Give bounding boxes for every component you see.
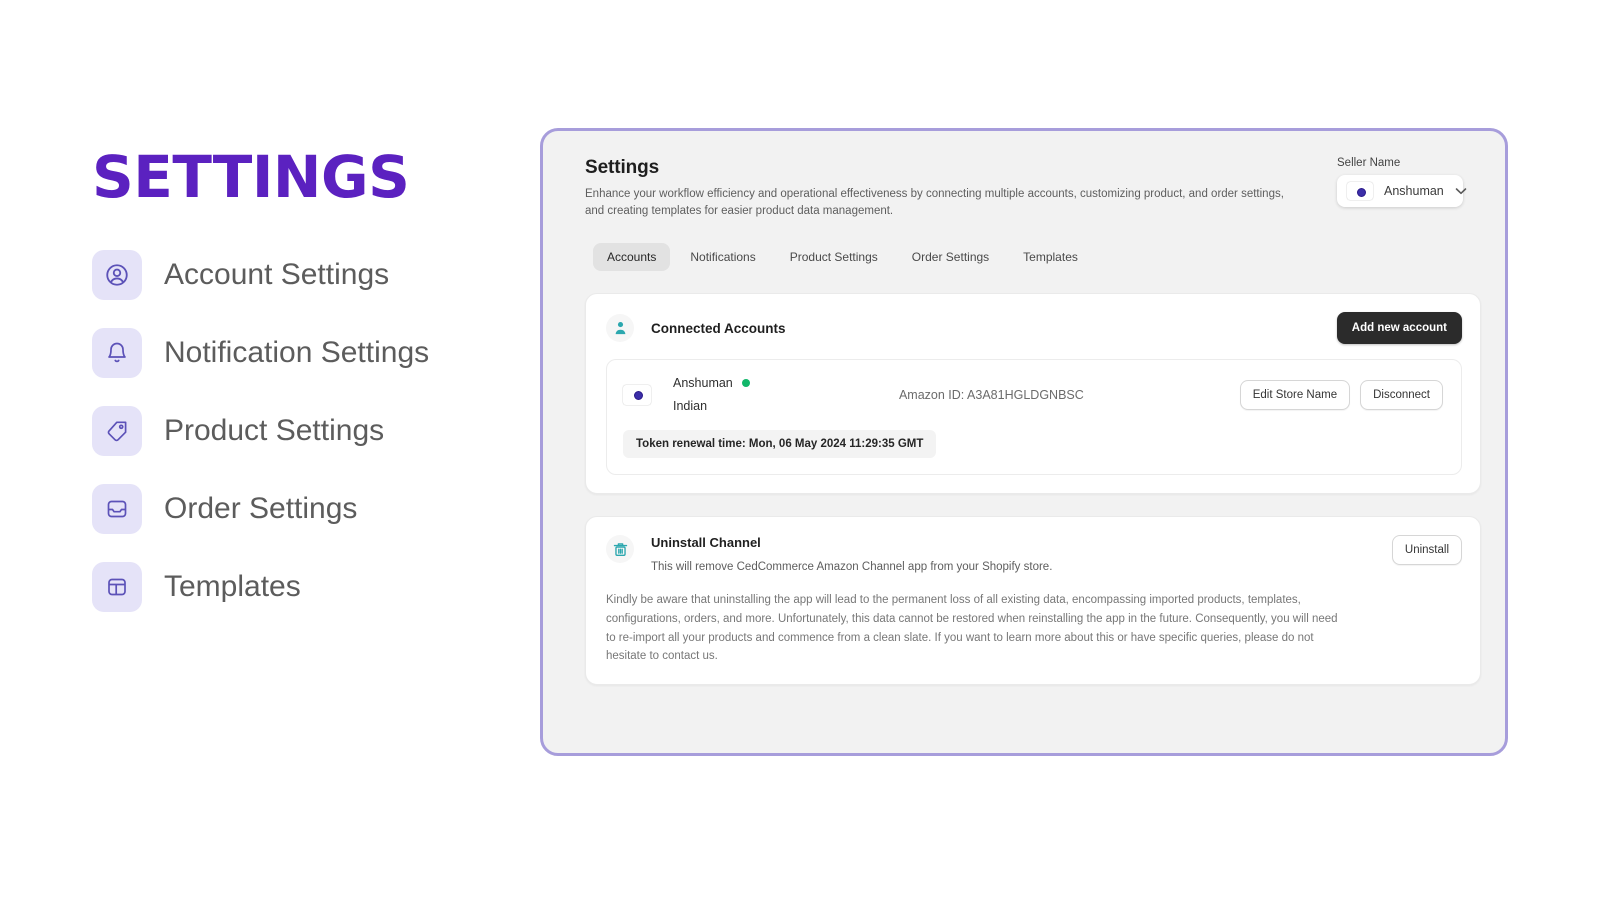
sidebar-item-templates[interactable]: Templates	[92, 562, 512, 612]
connected-accounts-title: Connected Accounts	[651, 320, 786, 336]
sidebar-item-label: Account Settings	[164, 258, 390, 291]
panel-title: Settings	[585, 157, 660, 178]
tab-product-settings[interactable]: Product Settings	[776, 243, 892, 271]
panel-header-text: Settings Enhance your workflow efficienc…	[585, 157, 1295, 219]
add-new-account-button[interactable]: Add new account	[1336, 312, 1462, 345]
account-name: Anshuman	[673, 376, 733, 391]
amazon-id: Amazon ID: A3A81HGLDGNBSC	[898, 387, 1084, 402]
edit-store-name-button[interactable]: Edit Store Name	[1239, 379, 1351, 410]
settings-tabs: Accounts Notifications Product Settings …	[593, 243, 1481, 272]
india-flag-icon	[623, 385, 651, 405]
token-renewal-time: Token renewal time: Mon, 06 May 2024 11:…	[623, 430, 937, 459]
account-country: Indian	[673, 399, 708, 414]
template-icon	[92, 562, 142, 612]
sidebar-item-label: Notification Settings	[164, 336, 430, 369]
tag-icon	[92, 406, 142, 456]
chevron-down-icon	[1455, 185, 1467, 197]
seller-name-label: Seller Name	[1337, 157, 1401, 169]
connected-accounts-header: Connected Accounts Add new account	[606, 312, 1462, 345]
sidebar-item-notification-settings[interactable]: Notification Settings	[92, 328, 512, 378]
person-icon	[606, 314, 634, 343]
settings-app-panel: Settings Enhance your workflow efficienc…	[540, 128, 1508, 756]
trash-icon	[606, 535, 634, 564]
page-title: SETTINGS	[92, 143, 410, 211]
user-circle-icon	[92, 250, 142, 300]
uninstall-channel-card: Uninstall Channel This will remove CedCo…	[585, 516, 1481, 685]
sidebar-item-label: Templates	[164, 570, 301, 603]
uninstall-description: This will remove CedCommerce Amazon Chan…	[651, 561, 1053, 574]
sidebar-item-account-settings[interactable]: Account Settings	[92, 250, 512, 300]
account-entry: Anshuman Indian Amazon ID: A3A81HGLDGNBS…	[606, 359, 1462, 476]
india-flag-icon	[1347, 182, 1373, 200]
uninstall-title: Uninstall Channel	[651, 535, 761, 551]
bell-icon	[92, 328, 142, 378]
panel-header: Settings Enhance your workflow efficienc…	[585, 157, 1481, 219]
sidebar-item-label: Product Settings	[164, 414, 385, 447]
seller-name-dropdown[interactable]: Anshuman	[1337, 175, 1467, 207]
seller-selected-value: Anshuman	[1384, 184, 1444, 198]
sidebar-nav: Account Settings Notification Settings P…	[92, 250, 512, 612]
sidebar-item-order-settings[interactable]: Order Settings	[92, 484, 512, 534]
connected-accounts-card: Connected Accounts Add new account Anshu…	[585, 293, 1481, 495]
settings-sidebar: SETTINGS Account Settings Notification S…	[92, 148, 512, 612]
tab-order-settings[interactable]: Order Settings	[898, 243, 1003, 271]
uninstall-button[interactable]: Uninstall	[1391, 535, 1462, 566]
seller-name-group: Seller Name Anshuman	[1337, 157, 1467, 207]
disconnect-button[interactable]: Disconnect	[1360, 379, 1443, 410]
tab-templates[interactable]: Templates	[1009, 243, 1092, 271]
status-badge	[741, 379, 750, 388]
tab-accounts[interactable]: Accounts	[593, 243, 671, 272]
uninstall-warning-paragraph: Kindly be aware that uninstalling the ap…	[606, 594, 1338, 663]
sidebar-item-product-settings[interactable]: Product Settings	[92, 406, 512, 456]
sidebar-item-label: Order Settings	[164, 492, 358, 525]
account-row: Anshuman Indian Amazon ID: A3A81HGLDGNBS…	[623, 376, 1443, 413]
tab-notifications[interactable]: Notifications	[676, 243, 769, 271]
panel-subtitle: Enhance your workflow efficiency and ope…	[585, 188, 1284, 217]
inbox-icon	[92, 484, 142, 534]
